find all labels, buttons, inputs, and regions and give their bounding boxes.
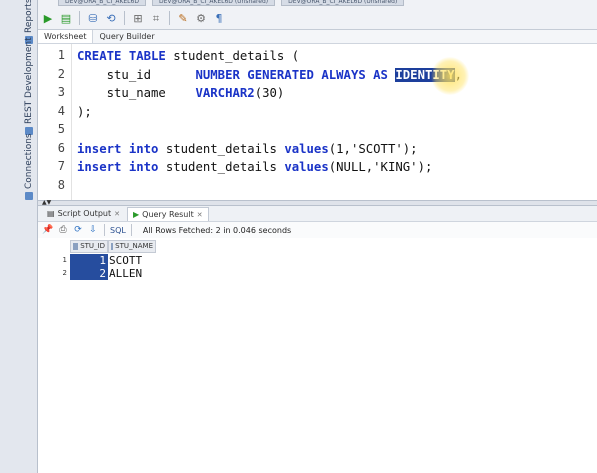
connection-tab[interactable]: DEV@ORA_B_CI_AKEL6D (Unshared) [151,0,276,6]
results-toolbar: 📌 ⎙ ⟳ ⇩ SQL All Rows Fetched: 2 in 0.046… [38,222,597,238]
rollback-button[interactable]: ⟲ [103,10,119,26]
close-icon[interactable]: ✕ [197,208,203,222]
code-token: student_details ( [173,49,300,63]
refresh-icon[interactable]: ⟳ [72,224,84,236]
keyword-token: CREATE TABLE [77,49,174,63]
table-row[interactable]: 1 1 SCOTT [38,254,156,267]
cell-stu-id[interactable]: 1 [70,254,108,267]
toolbar-divider [79,11,80,25]
code-line[interactable]: ); [77,103,92,121]
code-token: student_details [165,141,285,156]
tab-query-builder[interactable]: Query Builder [93,30,160,43]
worksheet-subtabs: Worksheet Query Builder [38,30,597,44]
selected-token: IDENTITY [395,67,455,82]
line-number: 3 [57,85,65,99]
clear-button[interactable]: ✎ [175,10,191,26]
row-number: 2 [62,269,67,277]
code-token: , [454,67,462,82]
row-number: 1 [62,256,67,264]
side-panel-rail: Reports REST Development Connections [0,0,38,473]
tab-script-output[interactable]: ▤ Script Output ✕ [42,207,125,221]
close-icon[interactable]: ✕ [114,207,120,221]
keyword-token: insert into [77,141,166,156]
line-number: 8 [57,177,65,192]
top-bar: DEV@ORA_B_CI_AKEL6D DEV@ORA_B_CI_AKEL6D … [38,0,597,30]
export-icon[interactable]: ⇩ [87,224,99,236]
code-token: ); [77,104,92,119]
code-token: stu_id [77,67,196,82]
code-line[interactable]: CREATE TABLE student_details ( [77,47,299,65]
code-token: (NULL,'KING'); [328,160,433,174]
print-icon[interactable]: ⎙ [57,224,69,236]
code-token: (1,'SCOTT'); [328,141,418,156]
sql-link[interactable]: SQL [110,226,126,235]
connection-tab[interactable]: DEV@ORA_B_CI_AKEL6D (Unshared) [281,0,405,6]
line-number: 1 [57,48,65,62]
connection-tabs: DEV@ORA_B_CI_AKEL6D DEV@ORA_B_CI_AKEL6D … [38,0,597,6]
format-button[interactable]: ¶ [211,10,227,26]
run-icon: ▶ [132,209,140,219]
tab-query-result-label: Query Result [142,209,194,219]
toolbar-divider [124,11,125,25]
column-header-label: STU_ID [80,242,105,250]
code-line[interactable]: insert into student_details values(NULL,… [77,158,432,176]
explain-plan-button[interactable]: ⊞ [130,10,146,26]
sql-developer-window: Reports REST Development Connections DEV… [0,0,597,473]
table-row[interactable]: 2 2 ALLEN [38,267,156,280]
line-number: 5 [57,122,65,136]
rail-item-connections[interactable]: Connections [24,133,34,200]
sql-editor[interactable]: 12345678 CREATE TABLE student_details ( … [38,44,597,200]
keyword-token: values [284,141,329,156]
rail-label-rest: REST Development [24,37,34,124]
line-number-gutter: 1 2 3 4 5 6 7 8 [38,44,72,200]
tab-worksheet[interactable]: Worksheet [38,30,94,43]
worksheet-toolbar: ▶ ▤ ⛁ ⟲ ⊞ ⌗ ✎ ⚙ ¶ [40,9,227,27]
rail-label-reports: Reports [24,0,34,33]
column-icon [111,243,114,250]
column-header-label: STU_NAME [115,242,153,250]
fetch-status: All Rows Fetched: 2 in 0.046 seconds [142,225,292,235]
script-output-icon: ▤ [47,209,55,218]
code-line[interactable]: stu_id NUMBER GENERATED ALWAYS AS IDENTI… [77,66,462,84]
keyword-token: NUMBER GENERATED ALWAYS AS [195,67,396,82]
run-script-button[interactable]: ▤ [58,10,74,26]
code-token: student_details [165,160,285,174]
tab-script-output-label: Script Output [57,209,112,218]
grid-header: STU_ID STU_NAME [70,240,156,253]
code-token: stu_name [77,86,196,100]
collapse-arrows-icon[interactable]: ▲▼ [42,199,51,206]
rail-item-rest-development[interactable]: REST Development [24,37,34,135]
column-header-stu-name[interactable]: STU_NAME [108,240,156,253]
line-number: 4 [57,103,65,118]
cell-stu-id[interactable]: 2 [70,267,108,280]
commit-button[interactable]: ⛁ [85,10,101,26]
line-number: 6 [57,140,65,155]
cell-stu-name[interactable]: SCOTT [108,254,156,267]
keyword-token: VARCHAR2 [195,86,255,100]
pin-icon[interactable]: 📌 [42,224,54,236]
output-tabs: ▤ Script Output ✕ ▶ Query Result ✕ [38,206,597,222]
sql-tuning-button[interactable]: ⚙ [193,10,209,26]
toolbar-divider [130,224,132,236]
line-number: 7 [57,159,65,173]
run-statement-button[interactable]: ▶ [40,10,56,26]
line-number: 2 [57,66,65,81]
code-token: (30) [254,86,285,100]
cell-stu-name[interactable]: ALLEN [108,267,156,280]
code-line[interactable]: insert into student_details values(1,'SC… [77,140,418,158]
column-icon [73,243,79,250]
code-line[interactable]: stu_name VARCHAR2(30) [77,84,285,102]
autotrace-button[interactable]: ⌗ [148,10,164,26]
rail-label-connections: Connections [24,133,34,189]
connections-icon [25,192,33,200]
column-header-stu-id[interactable]: STU_ID [70,240,108,253]
toolbar-divider [169,11,170,25]
tab-query-result[interactable]: ▶ Query Result ✕ [126,207,209,222]
connection-tab[interactable]: DEV@ORA_B_CI_AKEL6D [58,0,146,6]
toolbar-divider [104,224,105,236]
keyword-token: insert into [77,160,166,174]
keyword-token: values [284,160,329,174]
